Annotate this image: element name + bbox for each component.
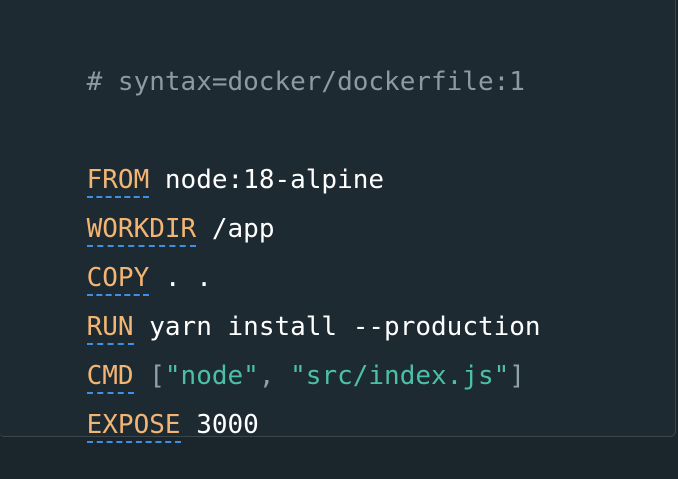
cmd-string-index: "src/index.js" <box>290 361 510 391</box>
cmd-separator: , <box>258 361 291 391</box>
code-line-copy: COPY . . <box>24 224 212 296</box>
code-line-expose: EXPOSE 3000 <box>24 371 259 443</box>
code-line-run: RUN yarn install --production <box>24 273 541 345</box>
code-line-from: FROM node:18-alpine <box>24 126 384 198</box>
code-line-workdir: WORKDIR /app <box>24 175 274 247</box>
dockerfile-code-block: # syntax=docker/dockerfile:1 FROM node:1… <box>0 0 676 443</box>
cmd-close-bracket: ] <box>509 361 525 391</box>
code-line-comment: # syntax=docker/dockerfile:1 <box>24 28 525 97</box>
code-line-cmd: CMD ["node", "src/index.js"] <box>24 322 525 394</box>
expose-argument: 3000 <box>180 410 259 440</box>
keyword-expose-link[interactable]: EXPOSE <box>86 410 181 443</box>
syntax-comment: # syntax=docker/dockerfile:1 <box>86 67 525 97</box>
